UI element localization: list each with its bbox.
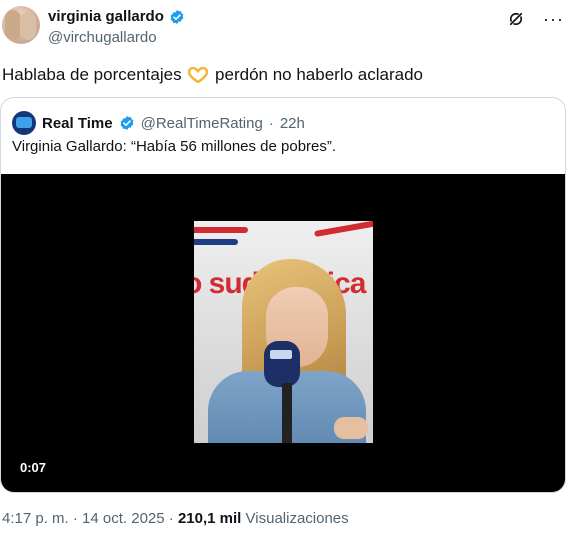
author-avatar[interactable] xyxy=(2,6,40,44)
footer-separator: · xyxy=(72,510,78,527)
quoted-separator: · xyxy=(268,114,274,132)
quoted-post-header: Real Time @RealTimeRating · 22h xyxy=(12,111,305,135)
quoted-post-text: Virginia Gallardo: “Había 56 millones de… xyxy=(12,138,337,155)
microphone-stand xyxy=(282,383,292,443)
quoted-post-card[interactable]: Real Time @RealTimeRating · 22h Virginia… xyxy=(0,97,566,493)
verified-badge-icon xyxy=(170,9,184,24)
decor-stripe xyxy=(194,227,248,233)
quoted-display-name[interactable]: Real Time xyxy=(42,115,113,132)
quoted-avatar-logo xyxy=(16,117,32,128)
more-options-icon[interactable]: ··· xyxy=(543,10,564,28)
microphone-label xyxy=(270,350,292,359)
quoted-timestamp[interactable]: 22h xyxy=(280,115,305,132)
post-time[interactable]: 4:17 p. m. xyxy=(2,510,69,527)
author-display-name[interactable]: virginia gallardo xyxy=(48,8,164,25)
views-label: Visualizaciones xyxy=(245,510,349,527)
quoted-avatar[interactable] xyxy=(12,111,36,135)
post-footer: 4:17 p. m. · 14 oct. 2025 · 210,1 mil Vi… xyxy=(2,510,349,527)
grok-icon[interactable] xyxy=(507,10,525,28)
avatar-photo-part xyxy=(5,10,21,40)
post-text-part2: perdón no haberlo aclarado xyxy=(215,65,423,84)
quoted-handle[interactable]: @RealTimeRating xyxy=(141,115,263,132)
person-hand xyxy=(334,417,368,439)
avatar-photo-part xyxy=(20,12,36,40)
microphone xyxy=(264,341,300,387)
verified-badge-icon xyxy=(120,116,133,130)
heart-hands-emoji-icon xyxy=(188,67,209,83)
footer-separator: · xyxy=(168,510,174,527)
video-duration: 0:07 xyxy=(20,460,47,475)
author-name-row: virginia gallardo xyxy=(48,8,185,25)
post-actions-top: ··· xyxy=(507,10,564,28)
video-frame: o sudamerica xyxy=(194,221,373,443)
decor-stripe xyxy=(314,221,373,238)
decor-stripe xyxy=(194,239,238,245)
post-text-part1: Hablaba de porcentajes xyxy=(2,65,182,84)
views-count[interactable]: 210,1 mil xyxy=(178,510,241,527)
author-handle[interactable]: @virchugallardo xyxy=(48,29,157,46)
post-date[interactable]: 14 oct. 2025 xyxy=(82,510,165,527)
post-text: Hablaba de porcentajes perdón no haberlo… xyxy=(2,65,423,85)
video-player[interactable]: o sudamerica 0:07 xyxy=(1,174,565,492)
